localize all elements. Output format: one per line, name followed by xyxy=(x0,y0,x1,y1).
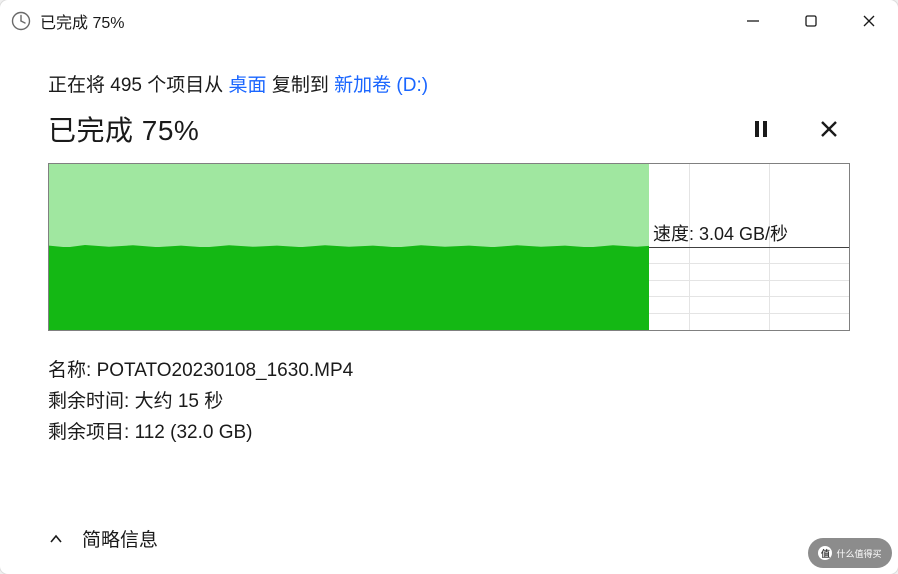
time-label: 剩余时间: xyxy=(48,391,135,412)
items-value: 112 (32.0 GB) xyxy=(135,422,253,443)
cancel-button[interactable] xyxy=(812,112,846,146)
maximize-button[interactable] xyxy=(782,0,840,42)
speed-label: 速度: 3.04 GB/秒 xyxy=(653,220,788,246)
name-label: 名称: xyxy=(48,360,97,381)
copy-prefix: 正在将 xyxy=(48,75,110,96)
progress-status: 已完成 75% xyxy=(48,109,199,149)
name-value: POTATO20230108_1630.MP4 xyxy=(97,360,354,381)
copy-mid1: 个项目从 xyxy=(142,75,229,96)
detail-time: 剩余时间: 大约 15 秒 xyxy=(48,386,850,417)
content-area: 正在将 495 个项目从 桌面 复制到 新加卷 (D:) 已完成 75% xyxy=(0,42,898,525)
time-value: 大约 15 秒 xyxy=(135,391,224,412)
detail-name: 名称: POTATO20230108_1630.MP4 xyxy=(48,355,850,386)
copy-mid2: 复制到 xyxy=(267,75,335,96)
minimize-button[interactable] xyxy=(724,0,782,42)
speed-reference-line xyxy=(649,247,849,248)
speed-label-text: 速度: xyxy=(653,224,699,244)
window-title: 已完成 75% xyxy=(40,9,124,33)
copy-dialog-window: 已完成 75% 正在将 495 个项目从 桌面 复制到 新加卷 (D:) 已完成… xyxy=(0,0,898,574)
window-controls xyxy=(724,0,898,42)
status-row: 已完成 75% xyxy=(48,109,850,149)
pause-button[interactable] xyxy=(744,112,778,146)
clock-icon xyxy=(10,10,32,32)
watermark-icon: 值 xyxy=(818,546,832,560)
items-label: 剩余项目: xyxy=(48,422,135,443)
status-actions xyxy=(744,112,850,146)
footer: 简略信息 xyxy=(0,525,898,574)
copy-description: 正在将 495 个项目从 桌面 复制到 新加卷 (D:) xyxy=(48,72,850,101)
source-link[interactable]: 桌面 xyxy=(229,75,267,96)
titlebar: 已完成 75% xyxy=(0,0,898,42)
toggle-details-link[interactable]: 简略信息 xyxy=(82,525,158,552)
chart-progress-dark xyxy=(49,247,649,330)
watermark-text: 什么值得买 xyxy=(836,547,881,560)
speed-value: 3.04 GB/秒 xyxy=(699,224,788,244)
close-button[interactable] xyxy=(840,0,898,42)
watermark: 值 什么值得买 xyxy=(808,538,892,568)
chevron-up-icon[interactable] xyxy=(48,531,64,547)
speed-chart: 速度: 3.04 GB/秒 xyxy=(48,163,850,331)
detail-items: 剩余项目: 112 (32.0 GB) xyxy=(48,417,850,448)
copy-count: 495 xyxy=(110,75,142,96)
details-block: 名称: POTATO20230108_1630.MP4 剩余时间: 大约 15 … xyxy=(48,355,850,449)
dest-link[interactable]: 新加卷 (D:) xyxy=(334,75,428,96)
